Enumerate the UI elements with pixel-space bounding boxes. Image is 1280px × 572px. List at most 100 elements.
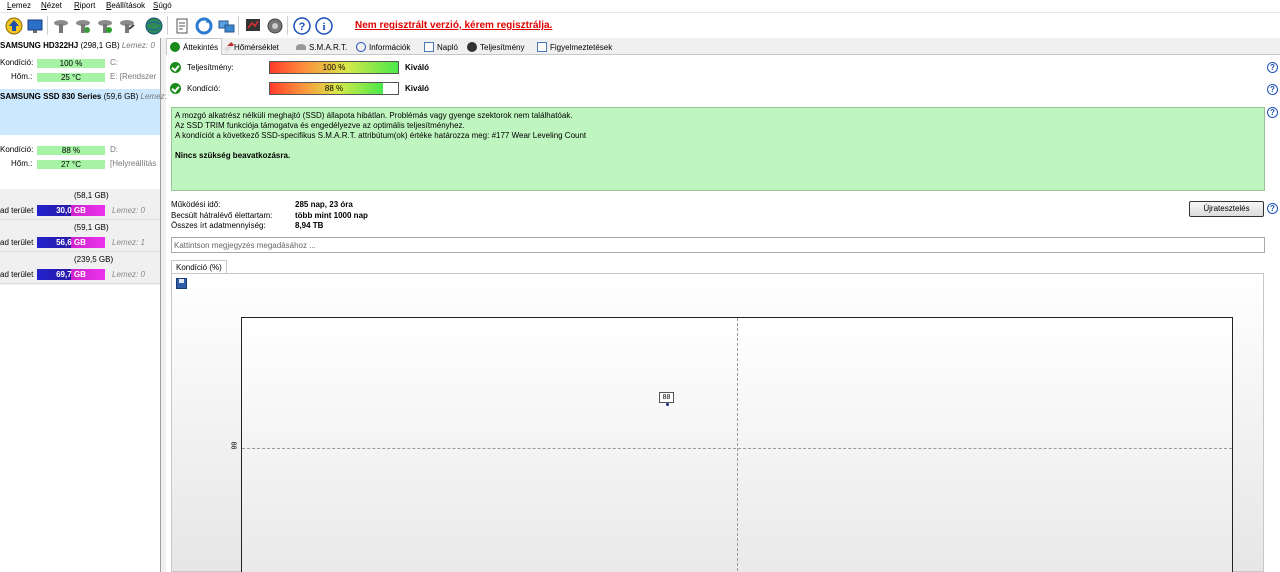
uptime-label: Működési idő: xyxy=(171,200,221,209)
speaker-icon[interactable] xyxy=(265,16,284,35)
tab-label: Információk xyxy=(369,42,411,52)
partition-item[interactable]: (239,5 GB) ad terület 69,7 GB Lemez: 0 xyxy=(0,253,160,284)
check-icon xyxy=(170,42,180,52)
temp-bar: 25 °C xyxy=(37,73,105,82)
ok-check-icon xyxy=(170,62,181,73)
refresh-disks-icon[interactable] xyxy=(4,16,23,35)
info-line: A mozgó alkatrész nélküli meghajtó (SSD)… xyxy=(175,111,573,120)
partition-free-bar: 56,6 GB xyxy=(37,237,105,248)
info-conclusion: Nincs szükség beavatkozásra. xyxy=(175,151,291,160)
partition-size: (59,1 GB) xyxy=(74,223,109,232)
report-icon[interactable] xyxy=(172,16,191,35)
lifetime-value: több mint 1000 nap xyxy=(295,211,368,220)
partition-size: (58,1 GB) xyxy=(74,191,109,200)
gauge-icon xyxy=(467,42,477,52)
partition-item[interactable]: (59,1 GB) ad terület 56,6 GB Lemez: 1 xyxy=(0,221,160,252)
tab-label: Teljesítmény xyxy=(480,42,525,52)
disk-item-ssd830[interactable]: SAMSUNG SSD 830 Series (59,6 GB) Lemez: xyxy=(0,89,167,135)
menu-sugo[interactable]: Súgó xyxy=(153,1,172,10)
tab-log[interactable]: Napló xyxy=(421,39,461,55)
help-icon[interactable]: ? xyxy=(292,16,311,35)
help-icon[interactable]: ? xyxy=(1267,84,1278,95)
tab-smart[interactable]: S.M.A.R.T. xyxy=(293,39,350,55)
network-icon[interactable] xyxy=(216,16,235,35)
partition-size: (239,5 GB) xyxy=(74,255,114,264)
written-label: Összes írt adatmennyiség: xyxy=(171,221,266,230)
disk-check-icon[interactable] xyxy=(95,16,114,35)
disk-item-hd322hj[interactable]: SAMSUNG HD322HJ (298,1 GB) Lemez: 0 Kond… xyxy=(0,38,160,88)
log-icon xyxy=(424,42,434,52)
tab-information[interactable]: Információk xyxy=(353,39,413,55)
menu-nezet[interactable]: Nézet xyxy=(41,1,62,10)
disk-icon[interactable] xyxy=(51,16,70,35)
info-icon xyxy=(356,42,366,52)
performance-label: Teljesítmény: xyxy=(187,63,234,72)
performance-row: Teljesítmény: 100 % Kiváló xyxy=(170,61,430,75)
partition-disk: Lemez: 1 xyxy=(112,238,145,247)
disk-number: Lemez: xyxy=(140,92,167,101)
tab-label: Napló xyxy=(437,42,458,52)
tab-temperature[interactable]: Hőmérséklet xyxy=(224,39,282,55)
drive-letters-2: E: [Rendszer xyxy=(110,72,157,81)
condition-label: Kondíció: xyxy=(0,145,34,154)
chart-monitor-icon[interactable] xyxy=(243,16,262,35)
display-icon[interactable] xyxy=(25,16,44,35)
temp-label: Hőm.: xyxy=(11,159,33,168)
condition-row: Kondíció: 88 % Kiváló xyxy=(170,82,430,96)
disk-size: (59,6 GB) xyxy=(103,92,139,101)
info-line: Az SSD TRIM funkciója támogatva és enged… xyxy=(175,121,465,130)
condition-bar: 100 % xyxy=(37,59,105,68)
registration-link[interactable]: Nem regisztrált verzió, kérem regisztrál… xyxy=(355,20,552,31)
menu-lemez[interactable]: Lemez xyxy=(7,1,31,10)
partition-free-bar: 69,7 GB xyxy=(37,269,105,280)
tab-label: Hőmérséklet xyxy=(234,42,279,52)
performance-rating: Kiváló xyxy=(405,63,430,72)
lifetime-label: Becsült hátralévő élettartam: xyxy=(171,211,273,220)
menu-riport[interactable]: Riport xyxy=(74,1,95,10)
sync-icon[interactable] xyxy=(194,16,213,35)
help-icon[interactable]: ? xyxy=(1267,203,1278,214)
partition-label: ad terület xyxy=(0,238,34,247)
disk-list-pane: SAMSUNG HD322HJ (298,1 GB) Lemez: 0 Kond… xyxy=(0,38,167,572)
smart-icon xyxy=(296,44,306,50)
tab-bar: Áttekintés Hőmérséklet S.M.A.R.T. Inform… xyxy=(166,38,1280,55)
help-icon[interactable]: ? xyxy=(1267,107,1278,118)
thermometer-icon xyxy=(224,42,234,52)
info-line: A kondíciót a következő SSD-specifikus S… xyxy=(175,131,587,140)
condition-value: 88 % xyxy=(324,84,344,93)
drive-letters: C: xyxy=(110,58,118,67)
disk-name: SAMSUNG HD322HJ xyxy=(0,41,79,50)
disk-number: Lemez: 0 xyxy=(121,41,155,50)
overview-panel: Teljesítmény: 100 % Kiváló ? Kondíció: 8… xyxy=(166,55,1280,572)
tab-warnings[interactable]: Figyelmeztetések xyxy=(534,39,615,55)
tab-label: S.M.A.R.T. xyxy=(309,42,348,52)
svg-text:?: ? xyxy=(298,21,305,33)
data-point xyxy=(666,403,669,406)
condition-meter: 88 % xyxy=(269,82,399,95)
menu-bar: Lemez Nézet Riport Beállítások Súgó xyxy=(0,0,1280,13)
temp-label: Hőm.: xyxy=(11,72,33,81)
partition-label: ad terület xyxy=(0,270,34,279)
uptime-value: 285 nap, 23 óra xyxy=(295,200,353,209)
disk-settings-icon[interactable] xyxy=(117,16,136,35)
globe-icon[interactable] xyxy=(144,16,163,35)
retest-button[interactable]: Újratesztelés xyxy=(1189,201,1264,217)
grid-line-vertical xyxy=(737,318,738,572)
tab-overview[interactable]: Áttekintés xyxy=(166,38,223,55)
tab-performance[interactable]: Teljesítmény xyxy=(464,39,527,55)
help-icon[interactable]: ? xyxy=(1267,62,1278,73)
status-description: A mozgó alkatrész nélküli meghajtó (SSD)… xyxy=(171,107,1265,191)
disk-refresh-icon[interactable] xyxy=(73,16,92,35)
chart-tab-condition[interactable]: Kondíció (%) xyxy=(171,260,227,274)
partition-item[interactable]: (58,1 GB) ad terület 30,0 GB Lemez: 0 xyxy=(0,189,160,220)
menu-beallitasok[interactable]: Beállítások xyxy=(106,1,145,10)
note-field[interactable]: Kattintson megjegyzés megadásához ... xyxy=(171,237,1265,253)
disk-item-ssd830-details[interactable]: Kondíció: 88 % D: Hőm.: 27 °C [Helyreáll… xyxy=(0,135,160,185)
condition-label: Kondíció: xyxy=(187,84,221,93)
temp-bar: 27 °C xyxy=(37,160,105,169)
about-icon[interactable]: i xyxy=(314,16,333,35)
partition-disk: Lemez: 0 xyxy=(112,206,145,215)
tab-label: Figyelmeztetések xyxy=(550,42,613,52)
performance-meter: 100 % xyxy=(269,61,399,74)
save-icon[interactable] xyxy=(176,278,187,289)
